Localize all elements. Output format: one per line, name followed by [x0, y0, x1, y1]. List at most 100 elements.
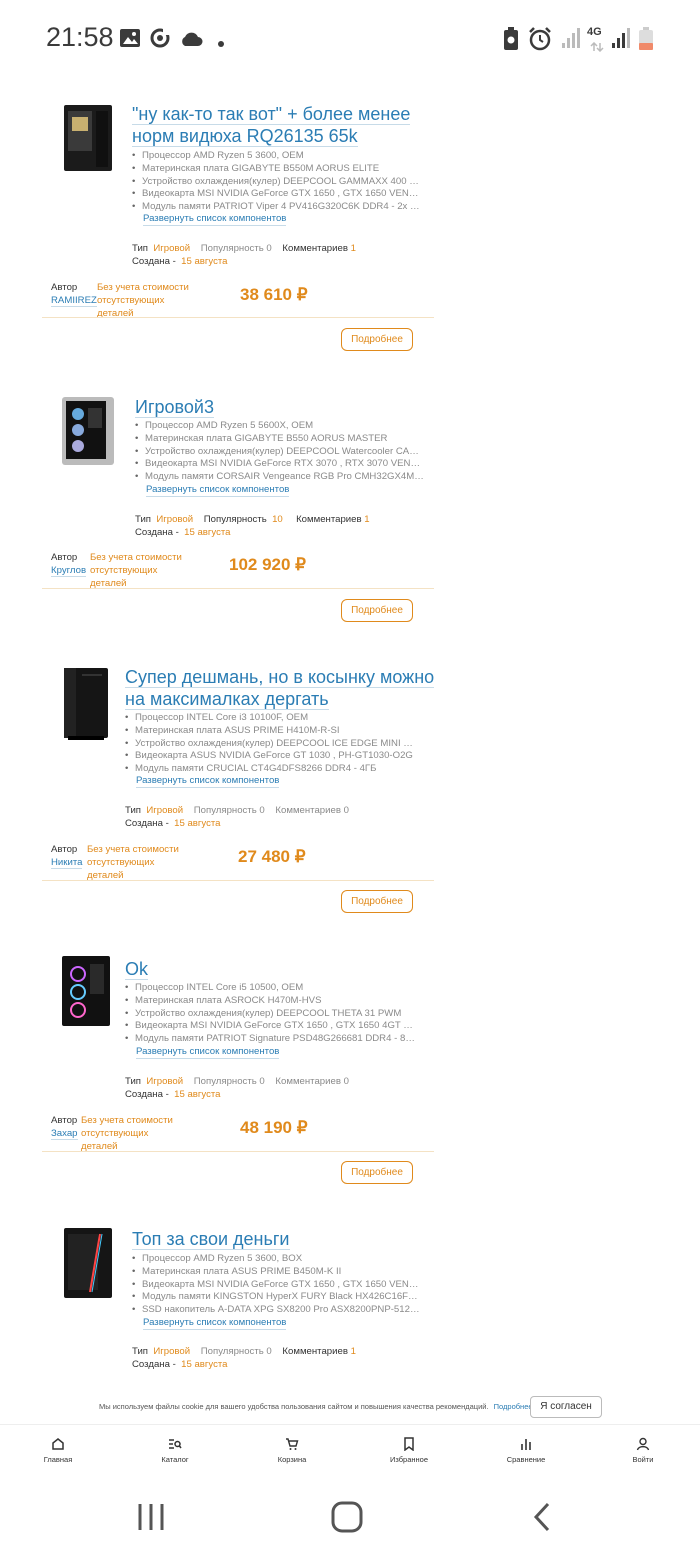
- expand-components-link[interactable]: Развернуть список компонентов: [146, 484, 290, 497]
- created-date-row: Создана - 15 августа: [125, 818, 221, 829]
- build-title[interactable]: "ну как-то так вот" + более менее норм в…: [132, 103, 422, 147]
- build-price: 27 480 ₽: [238, 847, 306, 866]
- bottom-navigation: Главная Каталог Корзина Избранное Сравне…: [0, 1424, 700, 1474]
- component-item: Процессор AMD Ryzen 5 3600, BOX: [132, 1253, 422, 1266]
- created-date: 15 августа: [181, 1359, 228, 1370]
- nav-catalog[interactable]: Каталог: [135, 1437, 215, 1464]
- component-item: Устройство охлаждения(кулер) DEEPCOOL Wa…: [135, 446, 425, 459]
- created-date-row: Создана - 15 августа: [132, 1359, 228, 1370]
- nav-home[interactable]: Главная: [18, 1437, 98, 1464]
- created-date-row: Создана - 15 августа: [135, 527, 231, 538]
- no-cost-note: Без учета стоимости отсутствующих детале…: [87, 844, 179, 881]
- no-cost-note: Без учета стоимости отсутствующих детале…: [90, 552, 182, 589]
- author-link[interactable]: Круглов: [51, 565, 87, 577]
- build-title[interactable]: Топ за свои деньги: [132, 1228, 422, 1250]
- signal-icon: [610, 27, 630, 54]
- pc-case-image[interactable]: [58, 1226, 118, 1300]
- pc-case-image[interactable]: [56, 954, 116, 1028]
- popularity-value: 0: [259, 805, 265, 816]
- build-type[interactable]: Игровой: [146, 1076, 183, 1087]
- component-item: Процессор INTEL Core i5 10500, OEM: [125, 982, 415, 995]
- component-item: Устройство охлаждения(кулер) DEEPCOOL IC…: [125, 738, 415, 751]
- build-meta-row: Тип Игровой Популярность 0 Комментариев …: [125, 805, 349, 816]
- build-title[interactable]: Ok: [125, 958, 415, 980]
- build-price: 102 920 ₽: [229, 555, 306, 574]
- build-type[interactable]: Игровой: [156, 514, 193, 525]
- comments-count[interactable]: 1: [364, 514, 369, 525]
- build-meta-row: Тип Игровой Популярность 0 Комментариев …: [125, 1076, 349, 1087]
- status-bar: 21:58 4G: [0, 0, 700, 78]
- battery-saver-icon: [502, 27, 520, 56]
- cookie-more-link[interactable]: Подробнее: [494, 1402, 533, 1411]
- build-type[interactable]: Игровой: [153, 243, 190, 254]
- build-price: 48 190 ₽: [240, 1118, 308, 1137]
- build-title[interactable]: Супер дешмань, но в косынку можно на мак…: [125, 666, 435, 710]
- battery-icon: [638, 27, 654, 56]
- status-time: 21:58: [46, 22, 114, 52]
- card-divider: [42, 317, 434, 318]
- cookie-accept-button[interactable]: Я согласен: [530, 1396, 602, 1418]
- component-item: Видеокарта MSI NVIDIA GeForce GTX 1650 ,…: [132, 188, 422, 201]
- nav-compare[interactable]: Сравнение: [486, 1437, 566, 1464]
- recent-apps-icon[interactable]: [136, 1502, 166, 1537]
- cookie-banner: Мы используем файлы cookie для вашего уд…: [0, 1392, 700, 1424]
- author-link[interactable]: Никита: [51, 857, 83, 869]
- back-icon[interactable]: [530, 1502, 554, 1537]
- component-list: Процессор INTEL Core i5 10500, OEM Матер…: [125, 982, 415, 1046]
- no-cost-note: Без учета стоимости отсутствующих детале…: [81, 1115, 173, 1152]
- build-meta-row: Тип Игровой Популярность 0 Комментариев …: [132, 243, 356, 254]
- build-type[interactable]: Игровой: [153, 1346, 190, 1357]
- component-item: Процессор AMD Ryzen 5 3600, OEM: [132, 150, 422, 163]
- dot-icon: [217, 35, 225, 53]
- catalog-icon: [169, 1439, 182, 1449]
- build-price: 38 610 ₽: [240, 285, 308, 304]
- popularity-value: 0: [266, 243, 272, 254]
- details-button[interactable]: Подробнее: [341, 599, 413, 622]
- component-item: Материнская плата ASUS PRIME B450M-K II: [132, 1266, 422, 1279]
- expand-components-link[interactable]: Развернуть список компонентов: [136, 775, 280, 788]
- component-item: Материнская плата ASROCK H470M-HVS: [125, 995, 415, 1008]
- details-button[interactable]: Подробнее: [341, 890, 413, 913]
- compare-icon: [521, 1439, 531, 1450]
- pc-case-image[interactable]: [58, 101, 118, 175]
- pc-case-image[interactable]: [56, 666, 116, 740]
- build-card: Супер дешмань, но в косынку можно на мак…: [42, 660, 435, 920]
- author-label: Автор: [51, 282, 78, 293]
- author-label: Автор: [51, 552, 78, 563]
- expand-components-link[interactable]: Развернуть список компонентов: [136, 1046, 280, 1059]
- component-item: Устройство охлаждения(кулер) DEEPCOOL GA…: [132, 176, 422, 189]
- component-list: Процессор AMD Ryzen 5 3600, BOX Материнс…: [132, 1253, 422, 1317]
- author-link[interactable]: RAMIIREZ: [51, 295, 97, 307]
- component-item: Видеокарта MSI NVIDIA GeForce GTX 1650 ,…: [125, 1020, 415, 1033]
- component-item: Модуль памяти CORSAIR Vengeance RGB Pro …: [135, 471, 425, 484]
- author-link[interactable]: Захар: [51, 1128, 78, 1140]
- bookmark-icon: [404, 1437, 414, 1451]
- comments-count[interactable]: 1: [351, 243, 356, 254]
- build-title[interactable]: Игровой3: [135, 396, 425, 418]
- home-button-icon[interactable]: [330, 1500, 364, 1539]
- comments-count[interactable]: 0: [344, 1076, 349, 1087]
- nav-favorites[interactable]: Избранное: [369, 1437, 449, 1464]
- component-item: Устройство охлаждения(кулер) DEEPCOOL TH…: [125, 1008, 415, 1021]
- image-icon: [119, 27, 141, 54]
- nav-cart[interactable]: Корзина: [252, 1437, 332, 1464]
- pc-case-image[interactable]: [58, 394, 118, 468]
- component-item: Материнская плата GIGABYTE B550 AORUS MA…: [135, 433, 425, 446]
- data-arrows-icon: [590, 39, 604, 57]
- build-card: "ну как-то так вот" + более менее норм в…: [42, 96, 434, 358]
- component-item: Модуль памяти KINGSTON HyperX FURY Black…: [132, 1291, 422, 1304]
- home-icon: [52, 1438, 64, 1450]
- expand-components-link[interactable]: Развернуть список компонентов: [143, 1317, 287, 1330]
- created-date-row: Создана - 15 августа: [125, 1089, 221, 1100]
- user-icon: [636, 1437, 650, 1451]
- created-date: 15 августа: [174, 818, 221, 829]
- build-feed[interactable]: "ну как-то так вот" + более менее норм в…: [0, 0, 700, 1420]
- comments-count[interactable]: 0: [344, 805, 349, 816]
- build-type[interactable]: Игровой: [146, 805, 183, 816]
- details-button[interactable]: Подробнее: [341, 1161, 413, 1184]
- expand-components-link[interactable]: Развернуть список компонентов: [143, 213, 287, 226]
- details-button[interactable]: Подробнее: [341, 328, 413, 351]
- comments-count[interactable]: 1: [351, 1346, 356, 1357]
- component-list: Процессор INTEL Core i3 10100F, OEM Мате…: [125, 712, 415, 776]
- nav-login[interactable]: Войти: [603, 1437, 683, 1464]
